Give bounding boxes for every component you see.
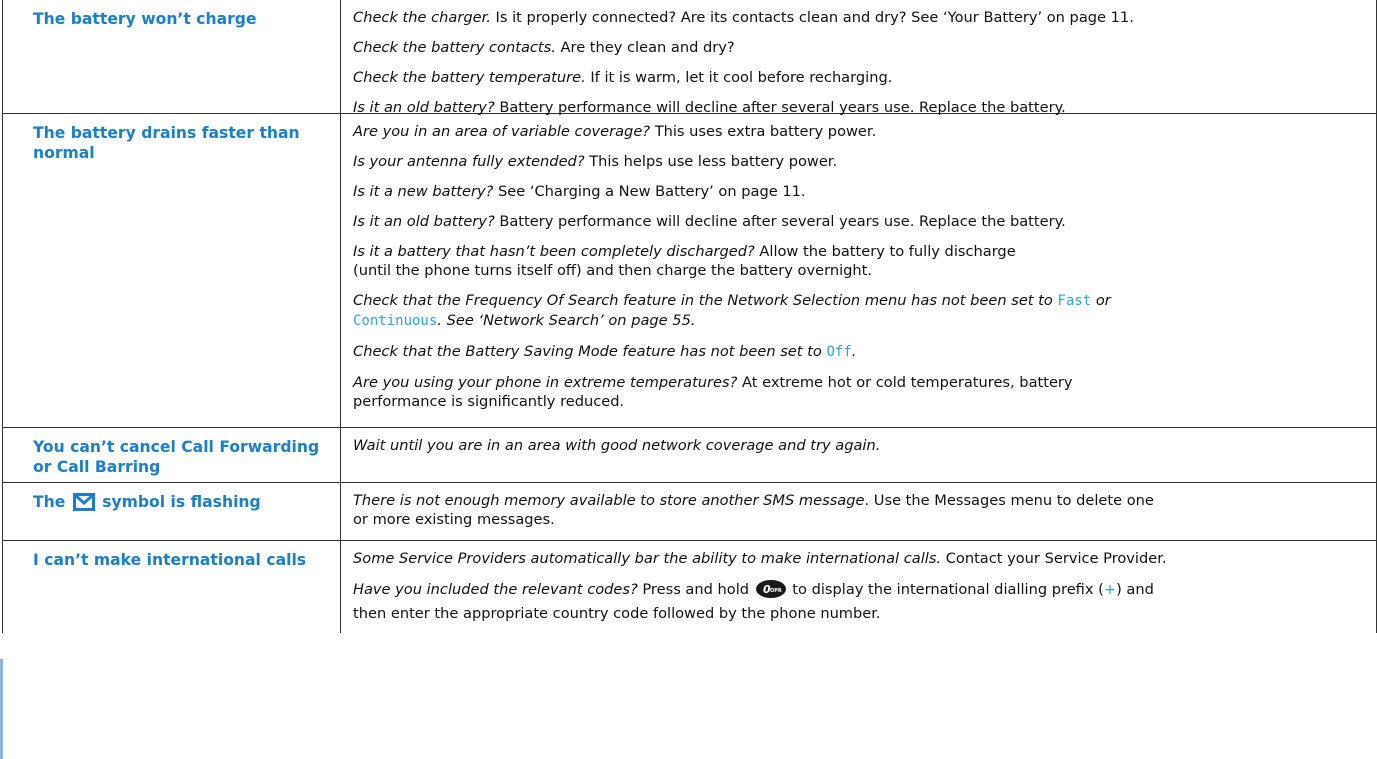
text-span: symbol is flashing xyxy=(102,493,261,511)
text-span: Allow the battery to fully discharge xyxy=(754,243,1016,260)
text-span: At extreme hot or cold temperatures, bat… xyxy=(737,374,1073,391)
solution-item: Are you in an area of variable coverage?… xyxy=(353,122,1368,141)
text-span: . Use the Messages menu to delete one xyxy=(864,492,1154,509)
text-span: Some Service Providers automatically bar… xyxy=(353,550,942,567)
zero-opr-key-icon: 0 OPR xyxy=(755,579,787,604)
problem-cell: The symbol is flashing xyxy=(3,483,341,540)
solution-item: Is it a battery that hasn’t been complet… xyxy=(353,242,1368,280)
text-span: See ‘Charging a New Battery’ on page 11. xyxy=(493,183,806,200)
solution-item: Check that the Frequency Of Search featu… xyxy=(353,291,1368,331)
text-span: or more existing messages. xyxy=(353,511,555,528)
solution-item: Check the charger. Is it properly connec… xyxy=(353,8,1368,27)
text-span: This helps use less battery power. xyxy=(584,153,838,170)
text-span: Contact your Service Provider. xyxy=(941,550,1167,567)
text-span: Is it a new battery? xyxy=(353,183,494,200)
table-row: You can’t cancel Call Forwarding or Call… xyxy=(3,428,1376,483)
text-span: Check the battery contacts. xyxy=(353,39,556,56)
solution-item: Wait until you are in an area with good … xyxy=(353,436,1368,455)
text-span: Press and hold xyxy=(637,581,750,598)
text-span: Battery performance will decline after s… xyxy=(494,213,1066,230)
problem-cell: You can’t cancel Call Forwarding or Call… xyxy=(3,428,341,482)
text-span: Check the charger. xyxy=(353,9,491,26)
table-row: The battery drains faster than normal Ar… xyxy=(3,114,1376,428)
menu-option-fast: Fast xyxy=(1057,293,1092,309)
text-span: Are you in an area of variable coverage? xyxy=(353,123,651,140)
text-span: Are they clean and dry? xyxy=(555,39,735,56)
solution-item: Check the battery temperature. If it is … xyxy=(353,68,1368,87)
text-span: to display the international dialling pr… xyxy=(787,581,1104,598)
solution-cell: Some Service Providers automatically bar… xyxy=(341,541,1376,633)
plus-symbol: + xyxy=(1103,581,1117,598)
text-span: This uses extra battery power. xyxy=(650,123,877,140)
solution-item: Is your antenna fully extended? This hel… xyxy=(353,152,1368,171)
solution-item: Some Service Providers automatically bar… xyxy=(353,549,1368,568)
problem-cell: The battery won’t charge xyxy=(3,0,341,113)
text-span: ) and xyxy=(1116,581,1154,598)
solution-item: Have you included the relevant codes? Pr… xyxy=(353,579,1368,623)
menu-option-continuous: Continuous xyxy=(353,313,438,329)
envelope-icon xyxy=(72,493,95,516)
text-span: Is it an old battery? xyxy=(353,213,495,230)
text-span: Wait until you are in an area with good … xyxy=(353,437,881,454)
text-span: Check the battery temperature. xyxy=(353,69,586,86)
page-edge-marker xyxy=(0,659,3,759)
text-span: The xyxy=(33,493,66,511)
solution-cell: Wait until you are in an area with good … xyxy=(341,428,1376,482)
text-span: or xyxy=(1095,292,1111,309)
solution-cell: Are you in an area of variable coverage?… xyxy=(341,114,1376,427)
text-span: Are you using your phone in extreme temp… xyxy=(353,374,738,391)
text-span: Check that the Battery Saving Mode featu… xyxy=(353,343,822,360)
solution-item: There is not enough memory available to … xyxy=(353,491,1368,529)
text-span: (until the phone turns itself off) and t… xyxy=(353,262,873,279)
solution-cell: Check the charger. Is it properly connec… xyxy=(341,0,1376,116)
solution-item: Is it an old battery? Battery performanc… xyxy=(353,212,1368,231)
table-row: The symbol is flashing There is not enou… xyxy=(3,483,1376,541)
text-span: . See ‘Network Search’ on page 55. xyxy=(437,312,696,329)
menu-option-off: Off xyxy=(826,344,852,360)
text-span: Check that the Frequency Of Search featu… xyxy=(353,292,1053,309)
text-span: performance is significantly reduced. xyxy=(353,393,625,410)
problem-cell: The battery drains faster than normal xyxy=(3,114,341,427)
text-span: Is it properly connected? Are its contac… xyxy=(490,9,1134,26)
text-span: then enter the appropriate country code … xyxy=(353,605,881,622)
problem-cell: I can’t make international calls xyxy=(3,541,341,633)
solution-item: Check the battery contacts. Are they cle… xyxy=(353,38,1368,57)
text-span: There is not enough memory available to … xyxy=(353,492,865,509)
troubleshooting-table: The battery won’t charge Check the charg… xyxy=(2,0,1377,633)
text-span: Is your antenna fully extended? xyxy=(353,153,585,170)
table-row: The battery won’t charge Check the charg… xyxy=(3,0,1376,116)
solution-item: Check that the Battery Saving Mode featu… xyxy=(353,342,1368,362)
table-row: I can’t make international calls Some Se… xyxy=(3,541,1376,633)
solution-cell: There is not enough memory available to … xyxy=(341,483,1376,540)
svg-text:OPR: OPR xyxy=(770,588,782,594)
text-span: Have you included the relevant codes? xyxy=(353,581,638,598)
text-span: Is it a battery that hasn’t been complet… xyxy=(353,243,755,260)
text-span: . xyxy=(851,343,857,360)
text-span: If it is warm, let it cool before rechar… xyxy=(585,69,893,86)
solution-item: Is it a new battery? See ‘Charging a New… xyxy=(353,182,1368,201)
solution-item: Are you using your phone in extreme temp… xyxy=(353,373,1368,411)
